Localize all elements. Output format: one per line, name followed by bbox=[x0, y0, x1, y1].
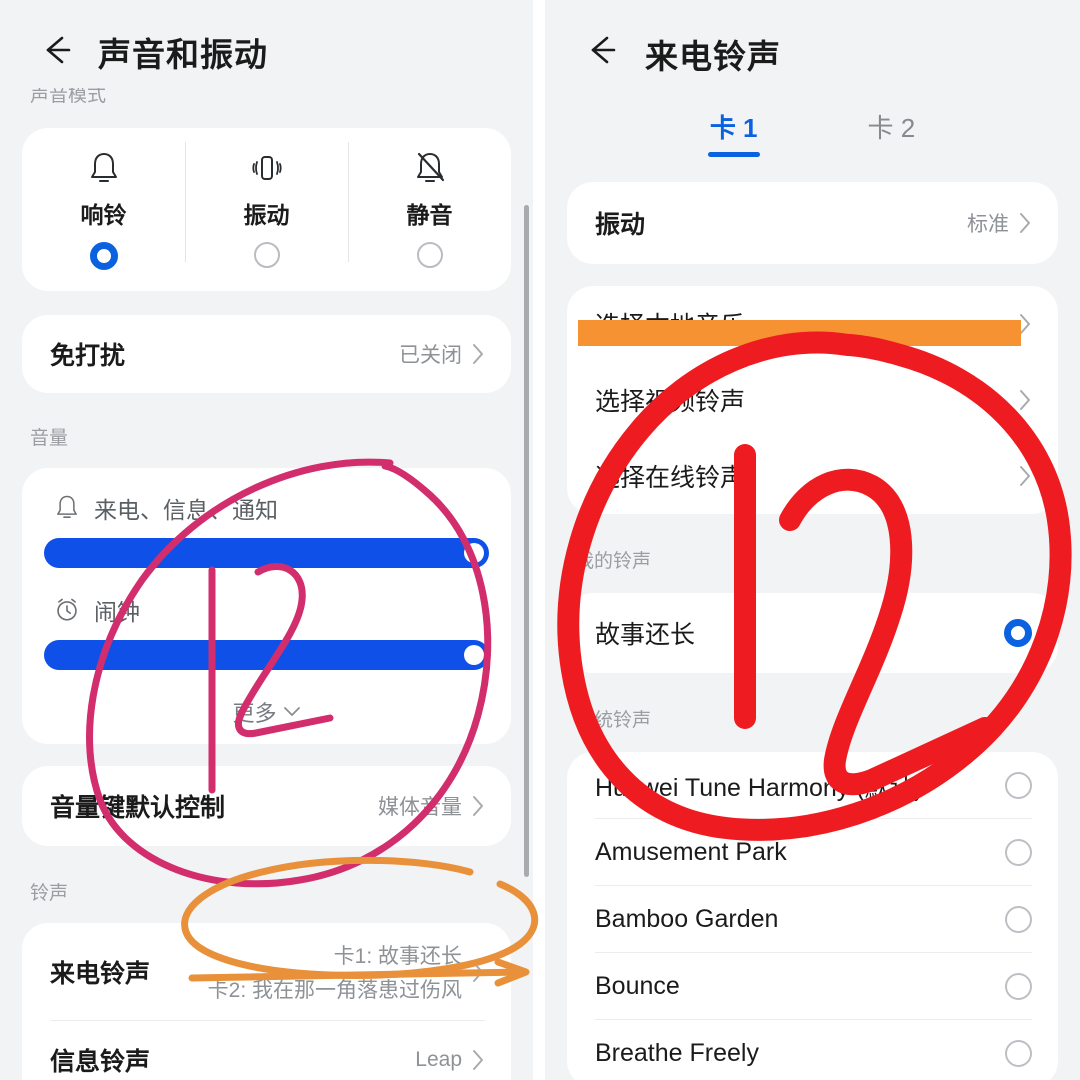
section-header-ringtone: 铃声 bbox=[30, 883, 69, 904]
my-ringtones-card: 故事还长 bbox=[567, 593, 1058, 673]
panel-divider bbox=[533, 0, 545, 1080]
row-value: 标准 bbox=[967, 213, 1009, 236]
tab-sim-1[interactable]: 卡 1 bbox=[706, 108, 762, 159]
slider-knob[interactable] bbox=[464, 543, 484, 563]
volume-label: 闹钟 bbox=[94, 599, 140, 625]
chevron-right-icon bbox=[1019, 212, 1032, 234]
row-do-not-disturb[interactable]: 免打扰 已关闭 bbox=[22, 315, 511, 393]
row-system-ringtone-0[interactable]: Huawei Tune Harmony (默认) bbox=[567, 752, 1058, 819]
ringtone-radio[interactable] bbox=[1005, 839, 1032, 866]
ringtone-radio[interactable] bbox=[1005, 1040, 1032, 1067]
volume-control-alarm: 闹钟 bbox=[22, 586, 511, 670]
orange-highlight-bar bbox=[578, 320, 1021, 346]
volume-slider-calls[interactable] bbox=[44, 538, 489, 568]
row-my-ringtone-0[interactable]: 故事还长 bbox=[567, 593, 1058, 673]
page-title: 声音和振动 bbox=[98, 36, 268, 73]
row-title: Bamboo Garden bbox=[595, 905, 779, 933]
row-title: 信息铃声 bbox=[50, 1048, 151, 1076]
sound-mode-radio[interactable] bbox=[253, 242, 280, 268]
sound-mode-option-vibrate[interactable]: 振动 bbox=[185, 128, 348, 291]
row-value-sim1: 卡1: 故事还长 bbox=[333, 945, 462, 968]
system-ringtones-card: Huawei Tune Harmony (默认) Amusement Park … bbox=[567, 752, 1058, 1080]
page-title: 来电铃声 bbox=[645, 38, 781, 75]
back-arrow-icon[interactable] bbox=[583, 30, 623, 70]
bell-muted-icon bbox=[412, 148, 448, 190]
do-not-disturb-card: 免打扰 已关闭 bbox=[22, 315, 511, 393]
back-arrow-icon[interactable] bbox=[38, 30, 78, 70]
ringtone-card: 来电铃声 卡1: 故事还长 卡2: 我在那一角落患过伤风 信息铃声 Leap bbox=[22, 923, 511, 1080]
sound-mode-option-ring[interactable]: 响铃 bbox=[22, 128, 185, 291]
sound-mode-card: 响铃 振动 静音 bbox=[22, 128, 511, 291]
row-message-ringtone[interactable]: 信息铃声 Leap bbox=[22, 1021, 511, 1080]
volume-control-calls: 来电、信息、通知 bbox=[22, 484, 511, 568]
sound-mode-label: 响铃 bbox=[80, 202, 127, 228]
chevron-right-icon bbox=[472, 1049, 485, 1071]
volume-slider-alarm[interactable] bbox=[44, 640, 489, 670]
row-title: Huawei Tune Harmony (默认) bbox=[595, 773, 923, 802]
ringtone-radio[interactable] bbox=[1005, 772, 1032, 799]
ringtone-radio[interactable] bbox=[1005, 973, 1032, 1000]
row-title: 故事还长 bbox=[595, 621, 696, 649]
row-system-ringtone-2[interactable]: Bamboo Garden bbox=[567, 886, 1058, 953]
row-title: Amusement Park bbox=[595, 838, 787, 866]
sound-mode-radio[interactable] bbox=[89, 242, 118, 270]
sound-mode-label: 静音 bbox=[406, 202, 453, 228]
row-value: 已关闭 bbox=[399, 344, 462, 367]
row-value: Leap bbox=[415, 1048, 462, 1071]
sound-mode-label: 振动 bbox=[243, 202, 290, 228]
row-title: 选择视频铃声 bbox=[595, 388, 746, 416]
row-select-video-ringtone[interactable]: 选择视频铃声 bbox=[567, 362, 1058, 438]
row-system-ringtone-3[interactable]: Bounce bbox=[567, 953, 1058, 1020]
row-title: 振动 bbox=[595, 211, 646, 239]
alarm-clock-icon bbox=[54, 595, 80, 625]
left-appbar: 声音和振动 bbox=[0, 0, 533, 96]
vibrate-icon bbox=[249, 148, 285, 190]
chevron-right-icon bbox=[1019, 389, 1032, 411]
section-header-volume: 音量 bbox=[30, 428, 69, 449]
volume-label: 来电、信息、通知 bbox=[94, 497, 278, 523]
row-vibrate[interactable]: 振动 标准 bbox=[567, 182, 1058, 264]
ringtone-radio[interactable] bbox=[1005, 906, 1032, 933]
section-header-system-ringtones: 系统铃声 bbox=[575, 710, 652, 731]
row-title: 来电铃声 bbox=[50, 960, 151, 988]
vertical-scrollbar[interactable] bbox=[524, 205, 529, 877]
show-more-label: 更多 bbox=[232, 701, 277, 726]
row-incoming-call-ringtone[interactable]: 来电铃声 卡1: 故事还长 卡2: 我在那一角落患过伤风 bbox=[22, 923, 511, 1021]
bell-icon bbox=[54, 493, 80, 523]
row-volume-key-default[interactable]: 音量键默认控制 媒体音量 bbox=[22, 766, 511, 846]
row-system-ringtone-1[interactable]: Amusement Park bbox=[567, 819, 1058, 886]
sound-and-vibration-screen: 声音和振动 声音模式 响铃 振动 静音 免打扰 已关闭 音量 来电、信息、通知 … bbox=[0, 0, 533, 1080]
sound-mode-radio[interactable] bbox=[416, 242, 443, 268]
volume-key-card: 音量键默认控制 媒体音量 bbox=[22, 766, 511, 846]
vibrate-card: 振动 标准 bbox=[567, 182, 1058, 264]
row-title: 音量键默认控制 bbox=[50, 794, 226, 822]
right-appbar: 来电铃声 bbox=[545, 0, 1080, 96]
chevron-down-icon bbox=[283, 706, 301, 718]
row-system-ringtone-4[interactable]: Breathe Freely bbox=[567, 1020, 1058, 1080]
row-select-online-ringtone[interactable]: 选择在线铃声 bbox=[567, 438, 1058, 514]
slider-knob[interactable] bbox=[464, 645, 484, 665]
chevron-right-icon bbox=[472, 343, 485, 365]
sound-mode-option-silent[interactable]: 静音 bbox=[348, 128, 511, 291]
chevron-right-icon bbox=[1019, 465, 1032, 487]
chevron-right-icon bbox=[472, 795, 485, 817]
show-more-button[interactable]: 更多 bbox=[22, 688, 511, 736]
row-title: 选择在线铃声 bbox=[595, 464, 746, 492]
tab-sim-2[interactable]: 卡 2 bbox=[864, 108, 920, 159]
sim-tabs: 卡 1 卡 2 bbox=[545, 96, 1080, 170]
chevron-right-icon bbox=[472, 961, 485, 983]
ringtone-radio[interactable] bbox=[1004, 619, 1032, 647]
row-title: Bounce bbox=[595, 972, 680, 1000]
row-title: 免打扰 bbox=[50, 342, 126, 370]
volume-card: 来电、信息、通知 闹钟 更多 bbox=[22, 468, 511, 744]
bell-icon bbox=[87, 148, 121, 190]
row-value: 媒体音量 bbox=[378, 796, 462, 819]
row-value-sim2: 卡2: 我在那一角落患过伤风 bbox=[207, 979, 462, 1002]
row-title: Breathe Freely bbox=[595, 1039, 759, 1067]
incoming-call-ringtone-screen: 来电铃声 卡 1 卡 2 振动 标准 选择本地音乐 bbox=[545, 0, 1080, 1080]
section-header-my-ringtones: 我的铃声 bbox=[575, 551, 652, 572]
